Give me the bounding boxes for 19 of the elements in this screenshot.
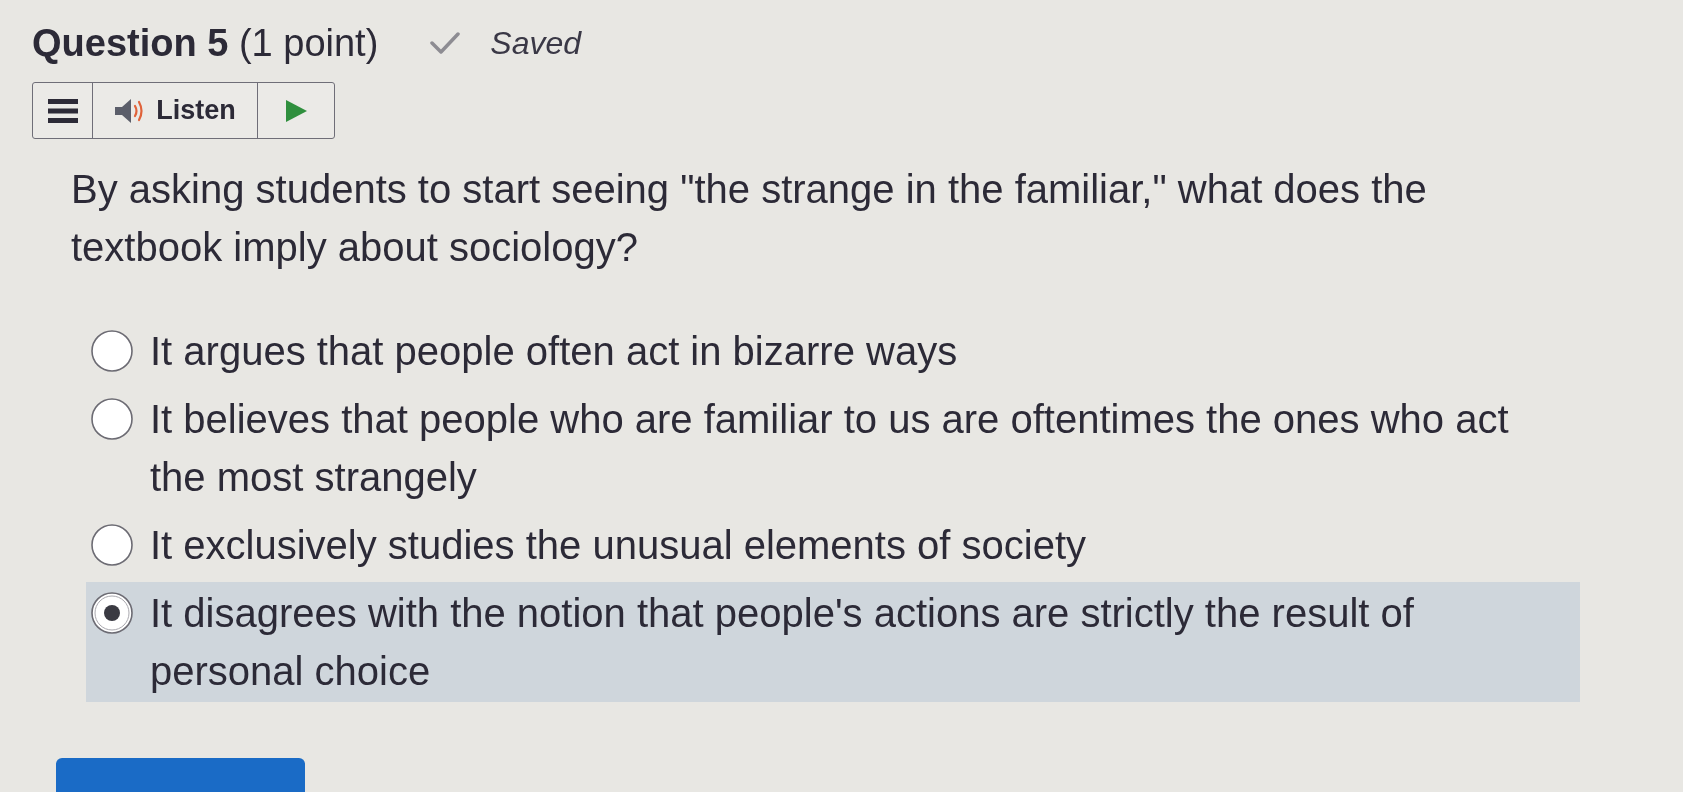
menu-icon <box>47 97 78 124</box>
radio-button[interactable] <box>90 329 134 373</box>
question-text: By asking students to start seeing "the strange in the familiar," what does the textbook imply about sociology? <box>71 166 1428 271</box>
option-text: It disagrees with the notion that people's actions are strictly the result of personal choice <box>150 590 1415 695</box>
check-icon <box>430 32 461 54</box>
question-title: Question 5 (1 point) <box>32 21 379 65</box>
option-text: It argues that people often act in bizarre ways <box>150 328 959 375</box>
listen-button[interactable]: Listen <box>93 83 258 138</box>
answer-option[interactable]: It exclusively studies the unusual elements of society <box>86 514 1580 576</box>
option-text: It believes that people who are familiar to us are oftentimes the ones who act the most strangely <box>150 396 1510 501</box>
answer-option[interactable]: It believes that people who are familiar to us are oftentimes the ones who act the most strangely <box>86 388 1580 508</box>
radio-button[interactable] <box>90 523 134 567</box>
radio-button[interactable] <box>90 397 134 441</box>
answer-option[interactable]: It disagrees with the notion that people's actions are strictly the result of personal choice <box>86 582 1580 702</box>
answer-option[interactable]: It argues that people often act in bizarre ways <box>86 320 1580 382</box>
option-text: It exclusively studies the unusual elements of society <box>150 522 1088 569</box>
saved-status: Saved <box>490 24 582 62</box>
play-icon <box>285 99 307 122</box>
radio-button[interactable] <box>90 591 134 635</box>
